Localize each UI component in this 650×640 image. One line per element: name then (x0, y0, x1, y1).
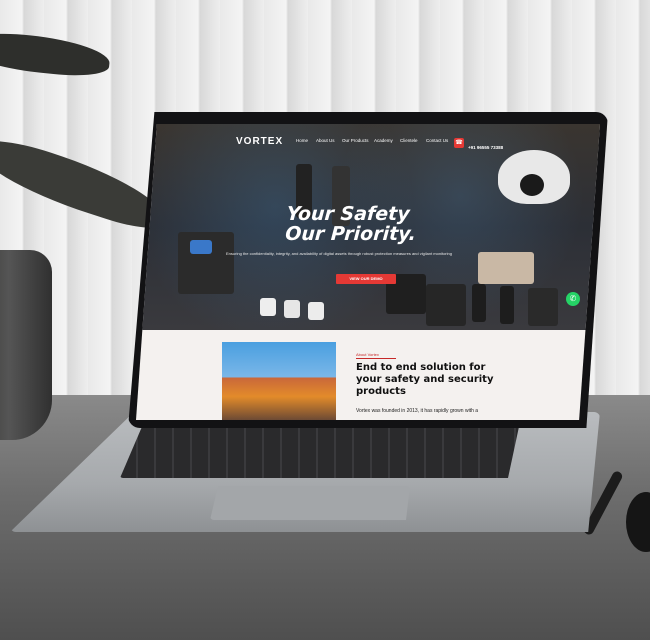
sensor-image (308, 302, 324, 320)
laptop-screen: VORTEX Home About Us Our Products Academ… (136, 124, 600, 420)
about-title-line-3: products (356, 386, 406, 397)
headline-line-2: Our Priority. (284, 223, 417, 245)
site-nav: VORTEX Home About Us Our Products Academ… (136, 124, 600, 156)
about-underline (356, 358, 396, 359)
about-title: End to end solution for your safety and … (356, 362, 516, 398)
nav-products[interactable]: Our Products (342, 138, 369, 143)
site-logo[interactable]: VORTEX (236, 136, 283, 147)
door-panel-image (528, 288, 558, 326)
about-image (222, 342, 336, 420)
ip-phone-image (426, 284, 466, 326)
ir-beam-image (500, 286, 514, 324)
about-title-line-2: your safety and security (356, 374, 494, 385)
headline-line-1: Your Safety (285, 203, 411, 225)
about-label: About Vortex (356, 352, 379, 357)
family-photo (478, 252, 534, 284)
whatsapp-icon[interactable]: ✆ (566, 292, 580, 306)
about-title-line-1: End to end solution for (356, 362, 486, 373)
phone-icon[interactable]: ☎ (454, 138, 464, 148)
sensor-image (284, 300, 300, 318)
sensor-image (260, 298, 276, 316)
nav-contact[interactable]: Contact Us (426, 138, 448, 143)
laptop-keyboard (120, 422, 520, 478)
nav-home[interactable]: Home (296, 138, 308, 143)
phone-number[interactable]: +91 96555 73388 (468, 145, 503, 150)
nav-about[interactable]: About Us (316, 138, 335, 143)
ir-beam-image (472, 284, 486, 322)
hero-tagline: Ensuring the confidentiality, integrity,… (226, 251, 452, 256)
nav-clientele[interactable]: Clientele (400, 138, 418, 143)
terminal-screen (190, 240, 212, 254)
view-demo-button[interactable]: VIEW OUR DEMO (336, 274, 396, 284)
hero-headline: Your Safety Our Priority. (284, 203, 419, 245)
laptop-trackpad (210, 486, 410, 520)
about-text: Vortex was founded in 2013, it has rapid… (356, 408, 479, 414)
plant-pot (0, 250, 52, 440)
nav-academy[interactable]: Academy (374, 138, 393, 143)
camera-lens (520, 174, 544, 196)
